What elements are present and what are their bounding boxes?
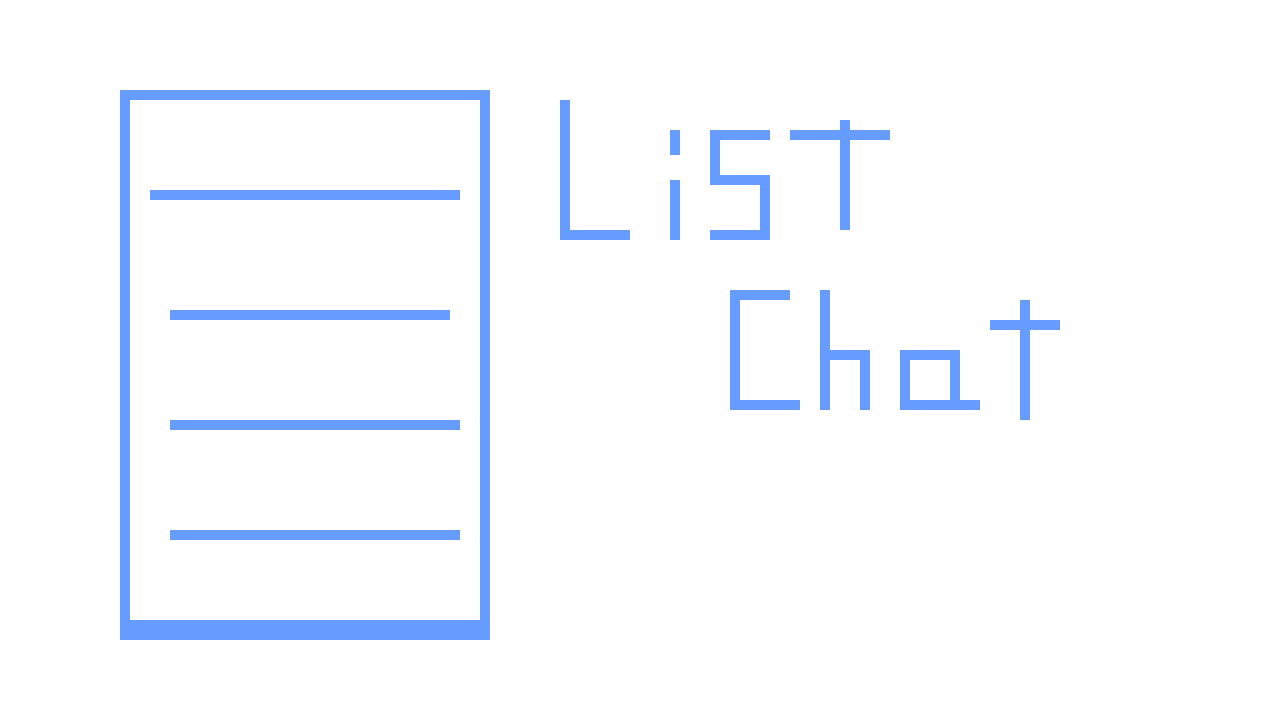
letter-h	[820, 290, 870, 410]
document-frame	[120, 90, 490, 100]
letter-a	[900, 350, 980, 410]
logo-canvas: List Chat	[0, 0, 1280, 720]
wordmark-line-2: Chat	[0, 0, 1, 1]
letter-t	[990, 300, 1060, 420]
letter-t-upper	[790, 120, 890, 230]
list-line	[170, 420, 460, 430]
list-chat-wordmark	[540, 90, 1080, 430]
list-line	[170, 310, 450, 320]
list-line	[150, 190, 460, 200]
list-line	[170, 530, 460, 540]
letter-c	[730, 290, 800, 410]
wordmark-line-1: List	[0, 0, 1, 1]
letter-l	[560, 100, 630, 240]
letter-s	[710, 130, 770, 240]
letter-i	[670, 130, 680, 240]
document-list-icon	[120, 90, 490, 640]
